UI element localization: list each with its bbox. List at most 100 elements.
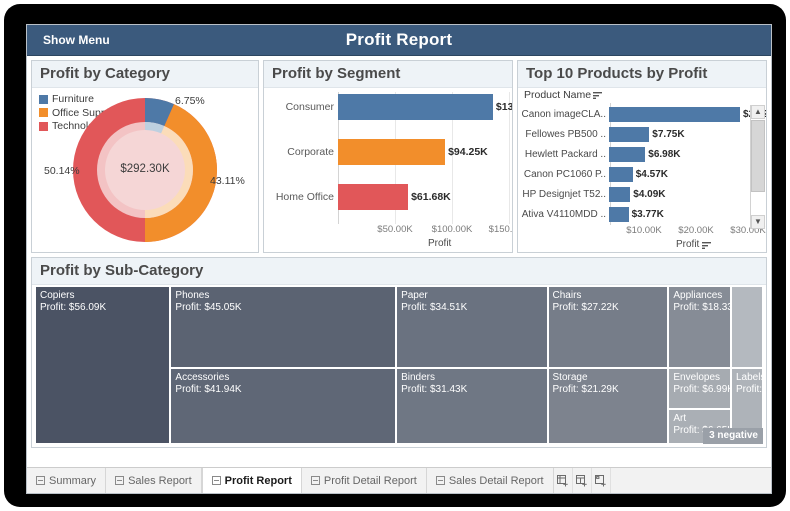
panel-title-profit-by-segment: Profit by Segment [264, 61, 512, 88]
new-dashboard-button[interactable] [573, 468, 592, 493]
products-axis-title-wrap[interactable]: Profit [676, 239, 712, 250]
treemap-tile-storage[interactable]: Storage Profit: $21.29K [547, 368, 669, 444]
tab-label-profit-report: Profit Report [224, 474, 292, 487]
product-value-5: $4.09K [633, 189, 666, 200]
treemap-label-phones: Phones [175, 290, 210, 301]
product-label-1: Canon imageCLA.. [521, 109, 607, 120]
product-label-3: Hewlett Packard .. [524, 149, 606, 160]
segment-row-consumer[interactable]: Consumer $136.37K [264, 94, 513, 120]
dashboard-viewport: Show Menu Profit Report Profit by Catego… [26, 24, 772, 494]
segment-label-home-office: Home Office [275, 191, 334, 203]
donut-chart[interactable]: 6.75% 43.11% 50.14% $292.30K [32, 87, 258, 252]
product-value-2: $7.75K [652, 129, 685, 140]
treemap-tile-chairs[interactable]: Chairs Profit: $27.22K [547, 286, 669, 369]
treemap-tile-filler[interactable] [730, 286, 763, 369]
dashboard-titlebar: Show Menu Profit Report [27, 25, 771, 56]
new-worksheet-button[interactable] [554, 468, 573, 493]
new-story-icon [594, 474, 606, 486]
product-row-6[interactable]: Ativa V4110MDD .. $3.77K [518, 205, 664, 224]
segment-bar-home-office[interactable] [338, 184, 409, 210]
treemap-value-copiers: Profit: $56.09K [40, 302, 107, 313]
panel-title-profit-by-subcategory: Profit by Sub-Category [32, 258, 766, 285]
treemap-tile-phones[interactable]: Phones Profit: $45.05K [170, 286, 397, 369]
products-tick-2: $20.00K [678, 225, 714, 236]
treemap-tile-envelopes[interactable]: Envelopes Profit: $6.99K [668, 368, 731, 410]
sort-descending-icon-axis[interactable] [702, 241, 712, 249]
product-row-5[interactable]: HP Designjet T52.. $4.09K [518, 185, 666, 204]
product-value-3: $6.98K [648, 149, 681, 160]
product-label-4: Canon PC1060 P.. [523, 169, 606, 180]
top-row: Profit by Category Furniture Office Supp… [31, 60, 767, 253]
product-row-3[interactable]: Hewlett Packard .. $6.98K [518, 145, 681, 164]
tab-sales-detail-report[interactable]: Sales Detail Report [426, 468, 554, 493]
product-bar-2[interactable] [609, 127, 650, 142]
scrollbar-thumb[interactable] [751, 120, 765, 192]
segment-value-corporate: $94.25K [448, 146, 488, 158]
product-row-2[interactable]: Fellowes PB500 .. $7.75K [518, 125, 685, 144]
tab-summary[interactable]: Summary [27, 468, 107, 493]
dashboard-icon [310, 476, 320, 485]
segment-value-consumer: $136.37K [495, 101, 513, 113]
segment-bar-corporate[interactable] [338, 139, 446, 165]
treemap-label-envelopes: Envelopes [673, 372, 721, 384]
worksheet-icon [36, 476, 45, 485]
treemap-tile-copiers[interactable]: Copiers Profit: $56.09K [35, 286, 171, 444]
treemap-label-copiers: Copiers [40, 290, 75, 301]
treemap-tile-binders[interactable]: Binders Profit: $31.43K [396, 368, 548, 444]
new-sheet-buttons [554, 468, 611, 493]
treemap-tile-appliances[interactable]: Appliances Profit: $18.33K [668, 286, 731, 369]
treemap-tile-paper[interactable]: Paper Profit: $34.51K [396, 286, 548, 369]
new-worksheet-icon [556, 474, 568, 486]
tab-profit-detail-report[interactable]: Profit Detail Report [301, 468, 427, 493]
worksheet-tabbar: Summary Sales Report Profit Report Profi… [27, 467, 771, 493]
treemap-label-accessories: Accessories [175, 372, 230, 384]
segment-tick-2: $100.00K [431, 224, 473, 235]
worksheet-icon [115, 476, 125, 485]
sort-descending-icon[interactable] [593, 91, 603, 99]
scroll-up-icon[interactable]: ▲ [751, 105, 765, 119]
treemap-value-binders: Profit: $31.43K [401, 384, 468, 396]
product-bar-5[interactable] [609, 187, 631, 202]
screenshot-root: Show Menu Profit Report Profit by Catego… [0, 0, 790, 511]
tab-sales-report[interactable]: Sales Report [106, 468, 202, 493]
product-bar-4[interactable] [609, 167, 633, 182]
new-story-button[interactable] [592, 468, 611, 493]
tab-label-sales-detail-report: Sales Detail Report [448, 474, 544, 487]
products-scrollbar[interactable]: ▲ ▼ [750, 105, 765, 229]
products-tick-1: $10.00K [626, 225, 662, 236]
treemap-label-appliances: Appliances [673, 290, 723, 301]
treemap-negative-badge[interactable]: 3 negative [703, 428, 763, 444]
device-frame: Show Menu Profit Report Profit by Catego… [4, 4, 786, 507]
segment-bar-consumer[interactable] [338, 94, 493, 120]
treemap-label-art: Art [673, 413, 687, 425]
product-name-column-header[interactable]: Product Name [524, 89, 603, 101]
product-name-header-label: Product Name [524, 89, 592, 101]
products-axis-ticks: $10.00K $20.00K $30.00K [518, 225, 766, 239]
segment-axis-ticks: $50.00K $100.00K $150.00K [264, 224, 512, 238]
product-bar-1[interactable] [609, 107, 741, 122]
segment-tick-1: $50.00K [377, 224, 413, 235]
treemap-value-accessories: Profit: $41.94K [175, 384, 242, 396]
tab-profit-report[interactable]: Profit Report [201, 468, 302, 493]
segment-axis-title[interactable]: Profit [428, 238, 451, 249]
product-bar-6[interactable] [609, 207, 629, 222]
panel-profit-by-subcategory: Profit by Sub-Category Copiers Profit: $… [31, 257, 767, 448]
show-menu-button[interactable]: Show Menu [43, 33, 110, 47]
worksheet-icon [435, 476, 445, 485]
treemap-tile-accessories[interactable]: Accessories Profit: $41.94K [170, 368, 397, 444]
product-row-4[interactable]: Canon PC1060 P.. $4.57K [518, 165, 668, 184]
treemap-label-chairs: Chairs [552, 290, 582, 301]
panel-profit-by-segment: Profit by Segment Consumer $136.37K Cor [263, 60, 513, 253]
dashboard-body: Profit by Category Furniture Office Supp… [27, 56, 771, 452]
treemap-value-paper: Profit: $34.51K [401, 302, 468, 313]
panel-title-top-products: Top 10 Products by Profit [518, 61, 766, 88]
product-bar-3[interactable] [609, 147, 646, 162]
dashboard-icon [211, 476, 221, 485]
product-row-1[interactable]: Canon imageCLA.. $25.20K [518, 105, 766, 124]
segment-row-corporate[interactable]: Corporate $94.25K [264, 139, 488, 165]
scroll-down-icon[interactable]: ▼ [751, 215, 765, 229]
product-value-4: $4.57K [635, 169, 668, 180]
segment-tick-3: $150.00K [488, 224, 513, 235]
segment-row-home-office[interactable]: Home Office $61.68K [264, 184, 451, 210]
donut-center-total: $292.30K [120, 163, 170, 175]
